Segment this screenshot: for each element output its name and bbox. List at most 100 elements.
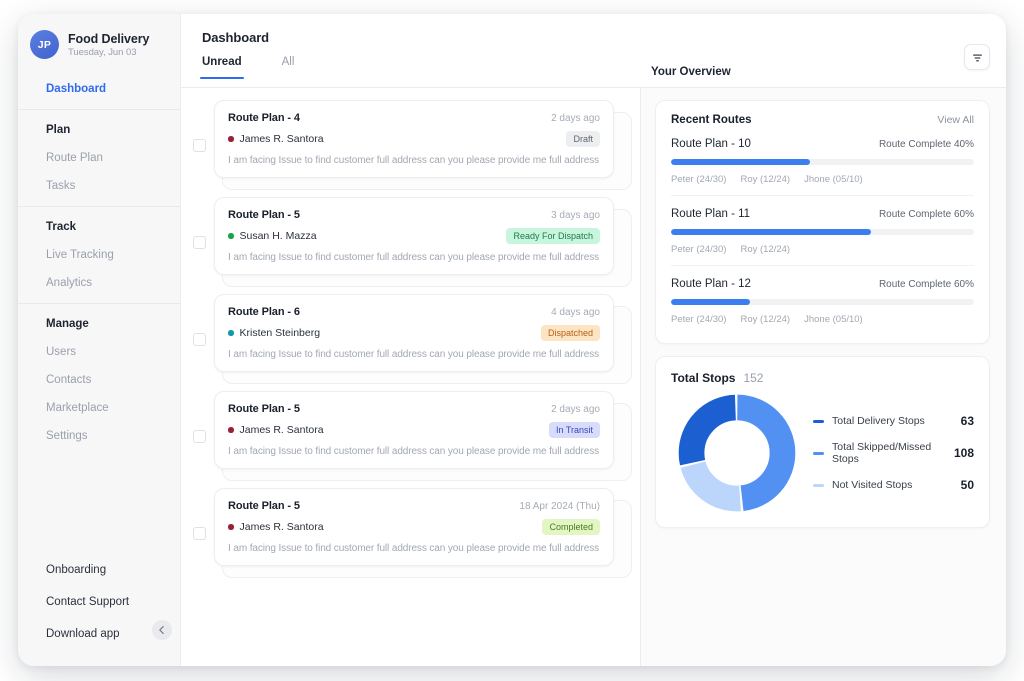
message-time: 18 Apr 2024 (Thu) (519, 501, 600, 512)
route-progress-fill (671, 229, 871, 235)
message-card[interactable]: Route Plan - 6 4 days ago Kristen Steinber… (214, 294, 614, 372)
sidebar-group-plan: Plan Route Plan Tasks (18, 112, 180, 204)
sidebar-item-dashboard[interactable]: Dashboard (18, 75, 180, 103)
total-stops-value: 152 (743, 371, 764, 385)
route-name: Route Plan - 12 (671, 278, 751, 290)
recent-routes-title: Recent Routes (671, 114, 752, 126)
message-card-stack: Route Plan - 5 2 days ago James R. Santora… (214, 391, 640, 481)
driver-label: Peter (24/30) (671, 314, 727, 325)
app-window: JP Food Delivery Tuesday, Jun 03 Dashboa… (18, 14, 1006, 666)
message-row[interactable]: Route Plan - 5 3 days ago Susan H. Mazza Re… (181, 197, 640, 287)
message-person: James R. Santora (239, 521, 324, 533)
route-row[interactable]: Route Plan - 10 Route Complete 40% Peter (… (671, 126, 974, 196)
total-stops-header: Total Stops 152 (671, 371, 974, 385)
route-name: Route Plan - 11 (671, 208, 751, 220)
message-row[interactable]: Route Plan - 5 18 Apr 2024 (Thu) James R. … (181, 488, 640, 578)
topbar: Dashboard Unread All Your Overview (181, 14, 1006, 88)
divider (18, 303, 180, 304)
message-card-stack: Route Plan - 6 4 days ago Kristen Steinber… (214, 294, 640, 384)
tabs: Unread All (200, 56, 641, 79)
view-all-link[interactable]: View All (937, 114, 974, 126)
sidebar-group-track: Track Live Tracking Analytics (18, 209, 180, 301)
sidebar-item-tasks[interactable]: Tasks (18, 172, 180, 200)
legend-row: Total Delivery Stops 63 (813, 414, 974, 428)
message-checkbox[interactable] (193, 235, 206, 249)
message-card[interactable]: Route Plan - 5 2 days ago James R. Santora… (214, 391, 614, 469)
total-stops-title: Total Stops (671, 371, 736, 385)
status-dot-icon (228, 233, 234, 239)
recent-routes-card: Recent Routes View All Route Plan - 10 Ro… (655, 100, 990, 344)
message-card-stack: Route Plan - 5 18 Apr 2024 (Thu) James R. … (214, 488, 640, 578)
status-dot-icon (228, 330, 234, 336)
tab-all[interactable]: All (282, 56, 295, 78)
message-person: Susan H. Mazza (239, 230, 317, 242)
message-row[interactable]: Route Plan - 5 2 days ago James R. Santora… (181, 391, 640, 481)
route-drivers: Peter (24/30) Roy (12/24) Jhone (05/10) (671, 314, 974, 325)
route-row[interactable]: Route Plan - 11 Route Complete 60% Peter (… (671, 196, 974, 266)
driver-label: Jhone (05/10) (804, 174, 863, 185)
status-badge: In Transit (548, 422, 600, 438)
legend-label: Total Skipped/Missed Stops (832, 441, 932, 465)
sidebar-group-manage: Manage Users Contacts Marketplace Settin… (18, 306, 180, 454)
legend-row: Not Visited Stops 50 (813, 478, 974, 492)
sidebar-item-settings[interactable]: Settings (18, 422, 180, 450)
brand-title: Food Delivery (68, 31, 150, 46)
message-time: 4 days ago (551, 307, 600, 318)
sidebar-item-analytics[interactable]: Analytics (18, 269, 180, 297)
sidebar-item-users[interactable]: Users (18, 338, 180, 366)
message-list: Route Plan - 4 2 days ago James R. Santora… (181, 88, 641, 666)
main-area: Dashboard Unread All Your Overview Route… (181, 14, 1006, 666)
sidebar-item-live-tracking[interactable]: Live Tracking (18, 241, 180, 269)
route-progress-fill (671, 299, 750, 305)
brand: JP Food Delivery Tuesday, Jun 03 (18, 14, 180, 73)
filter-icon (972, 53, 982, 61)
legend-label: Total Delivery Stops (832, 415, 925, 427)
status-dot-icon (228, 136, 234, 142)
legend-value: 50 (960, 478, 974, 492)
sidebar-item-route-plan[interactable]: Route Plan (18, 144, 180, 172)
sidebar-item-onboarding[interactable]: Onboarding (18, 554, 180, 586)
sidebar-heading-manage: Manage (46, 318, 89, 330)
message-checkbox[interactable] (193, 332, 206, 346)
divider (18, 206, 180, 207)
sidebar-item-marketplace[interactable]: Marketplace (18, 394, 180, 422)
message-card[interactable]: Route Plan - 5 3 days ago Susan H. Mazza Re… (214, 197, 614, 275)
driver-label: Roy (12/24) (740, 244, 791, 255)
message-checkbox[interactable] (193, 429, 206, 443)
legend-color-swatch (813, 419, 824, 423)
filter-button[interactable] (964, 44, 990, 70)
route-progress-bar (671, 159, 974, 165)
route-drivers: Peter (24/30) Roy (12/24) Jhone (05/10) (671, 174, 974, 185)
legend-value: 63 (960, 414, 974, 428)
sidebar-heading-plan: Plan (46, 124, 71, 136)
message-preview: I am facing Issue to find customer full … (228, 446, 600, 457)
message-title: Route Plan - 5 (228, 500, 300, 512)
route-row[interactable]: Route Plan - 12 Route Complete 60% Peter (… (671, 266, 974, 335)
message-card[interactable]: Route Plan - 5 18 Apr 2024 (Thu) James R. … (214, 488, 614, 566)
message-card[interactable]: Route Plan - 4 2 days ago James R. Santora… (214, 100, 614, 178)
route-name: Route Plan - 10 (671, 138, 751, 150)
legend-value: 108 (953, 446, 974, 460)
status-badge: Dispatched (540, 325, 600, 341)
sidebar-item-contact-support[interactable]: Contact Support (18, 586, 180, 618)
tab-unread[interactable]: Unread (200, 56, 244, 79)
message-row[interactable]: Route Plan - 4 2 days ago James R. Santora… (181, 100, 640, 190)
sidebar-nav-bottom: Onboarding Contact Support Download app (18, 554, 180, 666)
sidebar-item-contacts[interactable]: Contacts (18, 366, 180, 394)
donut-legend: Total Delivery Stops 63 Total Skipped/Miss… (797, 414, 974, 492)
message-title: Route Plan - 6 (228, 306, 300, 318)
message-checkbox[interactable] (193, 138, 206, 152)
route-progress-label: Route Complete 40% (878, 139, 974, 150)
message-title: Route Plan - 5 (228, 403, 300, 415)
message-preview: I am facing Issue to find customer full … (228, 349, 600, 360)
legend-color-swatch (813, 451, 824, 455)
message-preview: I am facing Issue to find customer full … (228, 155, 600, 166)
recent-routes-header: Recent Routes View All (671, 114, 974, 126)
sidebar-collapse-button[interactable] (152, 620, 172, 640)
message-row[interactable]: Route Plan - 6 4 days ago Kristen Steinber… (181, 294, 640, 384)
arrow-left-icon (159, 626, 164, 634)
route-progress-fill (671, 159, 811, 165)
total-stops-card: Total Stops 152 Total Delivery Stops 63 To… (655, 356, 990, 528)
message-checkbox[interactable] (193, 526, 206, 540)
